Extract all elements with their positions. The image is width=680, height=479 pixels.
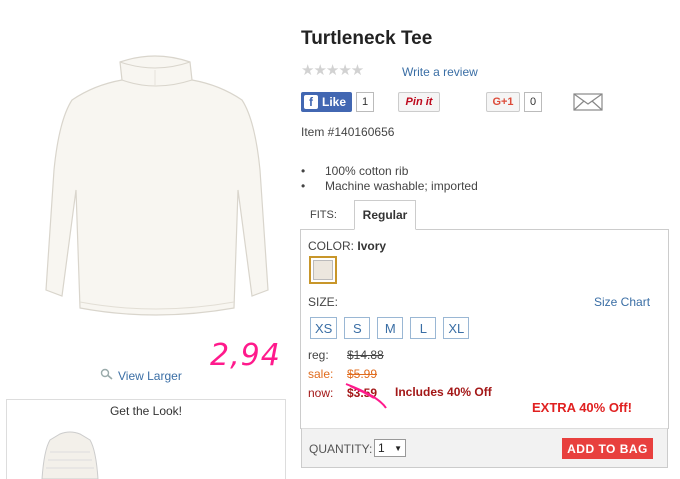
regular-price-row: reg: $14.88	[308, 348, 384, 362]
discount-note: Includes 40% Off	[395, 385, 492, 399]
size-button-s[interactable]: S	[344, 317, 371, 339]
fits-label: FITS:	[310, 209, 337, 221]
product-title: Turtleneck Tee	[301, 28, 433, 49]
sale-price-label: sale:	[308, 367, 334, 381]
magnifier-icon	[100, 368, 114, 383]
product-image[interactable]	[20, 40, 290, 340]
pinterest-pin-button[interactable]: Pin it	[398, 92, 440, 112]
add-to-bag-button[interactable]: ADD TO BAG	[562, 438, 653, 459]
quantity-label: QUANTITY:	[309, 442, 373, 456]
product-features: • 100% cotton rib • Machine washable; impo…	[301, 164, 478, 194]
google-plus-button[interactable]: G+1	[486, 92, 520, 112]
color-swatch-ivory[interactable]	[309, 256, 337, 284]
size-button-xl[interactable]: XL	[443, 317, 470, 339]
sale-price-value: $5.99	[347, 367, 378, 381]
quantity-value: 1	[378, 441, 385, 455]
facebook-like-count: 1	[356, 92, 375, 112]
feature-item: • 100% cotton rib	[301, 164, 409, 178]
size-button-xs[interactable]: XS	[310, 317, 338, 339]
rating-stars: ★★★★★	[301, 62, 364, 79]
item-number: Item #140160656	[301, 125, 395, 139]
google-plus-count: 0	[524, 92, 543, 112]
scribble-mark	[345, 383, 387, 409]
quantity-select[interactable]: 1 ▼	[374, 439, 406, 457]
size-selector: XS S M L XL	[310, 317, 470, 339]
size-button-l[interactable]: L	[410, 317, 437, 339]
size-label: SIZE:	[308, 295, 339, 309]
color-label: COLOR: Ivory	[308, 239, 387, 253]
sale-price-row: sale: $5.99	[308, 367, 377, 381]
handwritten-annotation: 2,94	[210, 338, 281, 373]
write-review-link[interactable]: Write a review	[402, 65, 478, 79]
google-plus-widget: G+1 0	[486, 92, 543, 112]
envelope-icon[interactable]	[573, 93, 603, 111]
facebook-icon: f	[304, 95, 318, 109]
fit-tab-regular[interactable]: Regular	[354, 200, 416, 230]
size-button-m[interactable]: M	[377, 317, 404, 339]
color-value: Ivory	[357, 239, 387, 253]
swatch-fill	[313, 260, 333, 280]
regular-price-value: $14.88	[347, 348, 384, 362]
facebook-like-label: Like	[322, 95, 347, 109]
view-larger-link[interactable]: View Larger	[100, 368, 182, 383]
dropdown-arrow-icon: ▼	[394, 443, 402, 453]
look-item-thumbnail[interactable]	[40, 430, 100, 479]
regular-price-label: reg:	[308, 348, 329, 362]
facebook-like-widget: f Like 1	[301, 91, 375, 113]
size-chart-link[interactable]: Size Chart	[594, 295, 650, 309]
view-larger-label: View Larger	[118, 368, 182, 383]
get-the-look-title: Get the Look!	[109, 404, 183, 418]
feature-item: • Machine washable; imported	[301, 179, 478, 193]
facebook-like-button[interactable]: f Like	[301, 92, 353, 112]
extra-discount-badge: EXTRA 40% Off!	[532, 400, 632, 415]
